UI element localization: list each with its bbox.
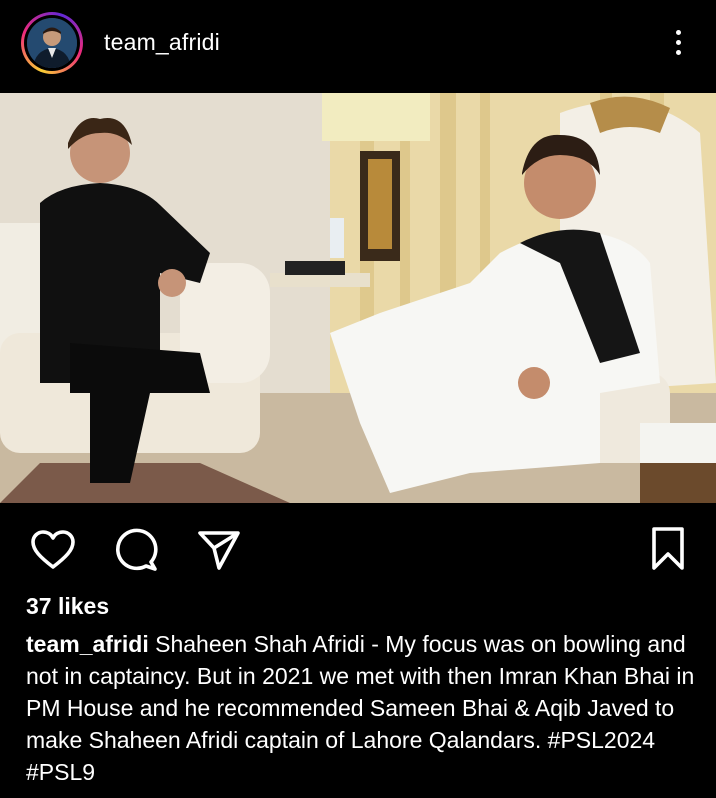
send-icon[interactable]	[196, 528, 242, 572]
post-photo	[0, 93, 716, 503]
post-caption: team_afridi Shaheen Shah Afridi - My foc…	[26, 628, 702, 788]
hashtag[interactable]: #PSL2024	[548, 727, 655, 753]
likes-count[interactable]: 37 likes	[26, 593, 109, 620]
post-image[interactable]	[0, 93, 716, 503]
bookmark-icon[interactable]	[650, 526, 686, 572]
hashtag[interactable]: #PSL9	[26, 759, 95, 785]
comment-icon[interactable]	[113, 528, 159, 572]
avatar-image	[27, 18, 77, 68]
caption-username[interactable]: team_afridi	[26, 631, 149, 657]
avatar[interactable]	[27, 18, 77, 68]
more-vertical-icon[interactable]	[664, 26, 692, 62]
post-header: team_afridi	[0, 0, 716, 88]
story-ring[interactable]	[21, 12, 83, 74]
heart-icon[interactable]	[30, 529, 76, 571]
avatar-border	[24, 15, 80, 71]
post-username[interactable]: team_afridi	[104, 29, 220, 56]
post-actions-bar	[0, 520, 716, 576]
